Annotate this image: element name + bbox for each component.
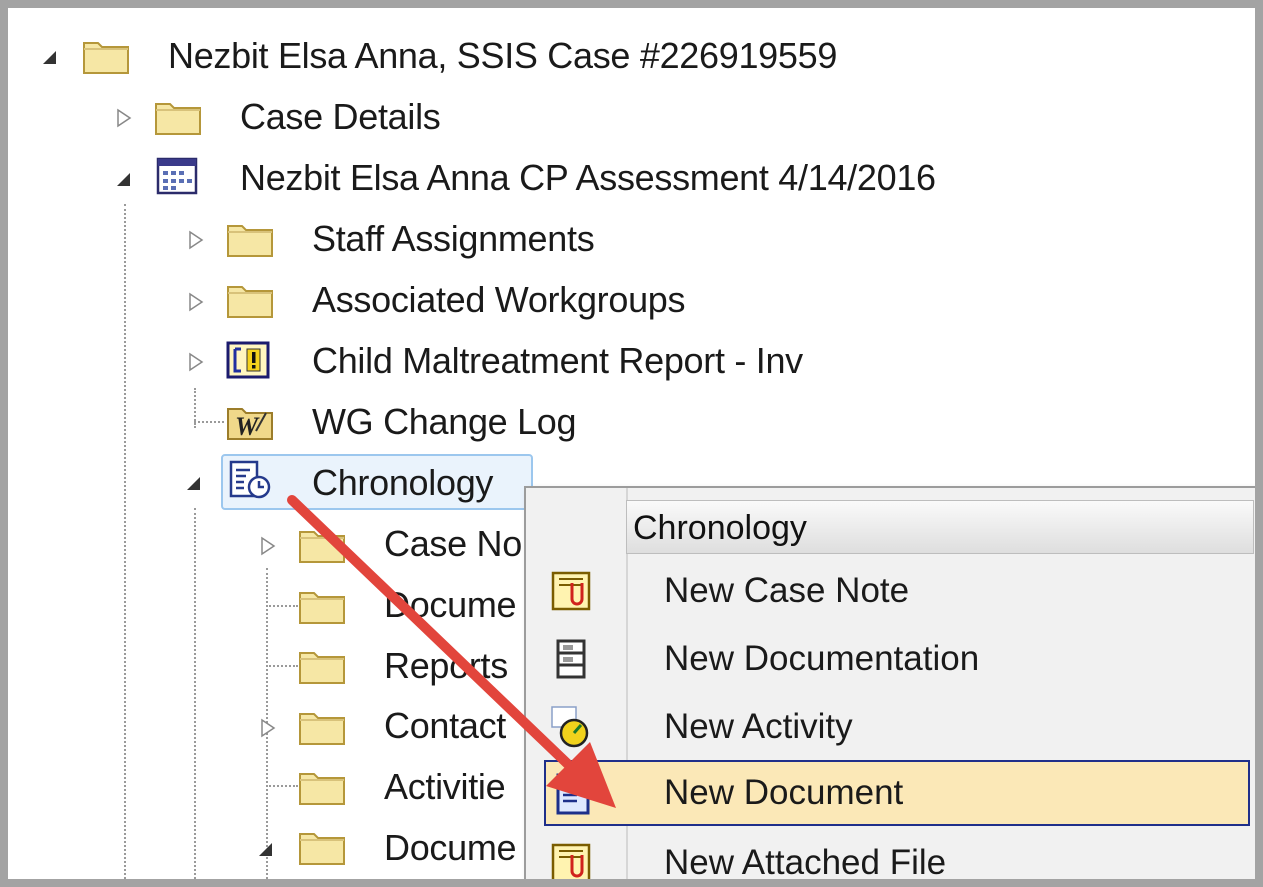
folder-icon [155, 103, 201, 135]
menu-item-label: New Documentation [664, 639, 980, 678]
maltreatment-report-icon [226, 341, 270, 379]
tree-node-label: Docume [384, 584, 517, 625]
expanded-triangle-icon[interactable] [184, 474, 204, 494]
documentation-icon [556, 639, 586, 679]
folder-icon [227, 286, 273, 318]
tree-node-label: Case No [384, 523, 522, 564]
folder-icon [299, 773, 345, 805]
document-icon [556, 773, 590, 815]
assessment-icon [156, 157, 198, 195]
collapsed-triangle-icon[interactable] [258, 536, 278, 556]
collapsed-triangle-icon[interactable] [186, 352, 206, 372]
menu-item-label: New Document [664, 773, 904, 812]
svg-text:W: W [235, 412, 260, 441]
menu-item-label: New Attached File [664, 843, 947, 882]
change-log-icon: W [227, 408, 273, 441]
folder-icon [83, 42, 129, 74]
tree-guide-line [194, 421, 224, 423]
expanded-triangle-icon[interactable] [114, 170, 134, 190]
menu-item-label: New Activity [664, 707, 853, 746]
tree-node-label: Docume [384, 827, 517, 868]
tree-node-label: Child Maltreatment Report - Inv [312, 340, 803, 381]
tree-node-label: Nezbit Elsa Anna, SSIS Case #226919559 [168, 35, 838, 76]
menu-item-new-document[interactable]: New Document [544, 760, 1250, 826]
case-note-icon [551, 571, 591, 611]
menu-item-new-case-note[interactable]: New Case Note [530, 560, 1255, 622]
attached-file-icon [551, 843, 591, 879]
tree-node-label: Case Details [240, 96, 441, 137]
tree-node-label: Reports [384, 645, 508, 686]
tree-node-label: Associated Workgroups [312, 279, 686, 320]
tree-node-label: WG Change Log [312, 401, 577, 442]
context-menu-title: Chronology [633, 509, 807, 547]
tree-node-label: Activitie [384, 766, 506, 807]
case-tree-window: Nezbit Elsa Anna, SSIS Case #226919559 C… [0, 0, 1263, 887]
folder-icon [299, 652, 345, 684]
menu-item-label: New Case Note [664, 571, 910, 610]
folder-icon [299, 833, 345, 865]
folder-icon [299, 713, 345, 745]
collapsed-triangle-icon[interactable] [186, 230, 206, 250]
tree-guide-line [266, 605, 298, 607]
tree-guide-line [194, 508, 196, 879]
menu-item-new-activity[interactable]: New Activity [530, 696, 1255, 758]
collapsed-triangle-icon[interactable] [258, 718, 278, 738]
tree-guide-line [266, 665, 298, 667]
collapsed-triangle-icon[interactable] [186, 292, 206, 312]
chronology-icon [229, 460, 271, 499]
tree-guide-line [266, 785, 298, 787]
folder-icon [227, 225, 273, 257]
tree-guide-line [124, 204, 126, 879]
context-menu: Chronology New Case Note New Documentati… [524, 486, 1255, 882]
expanded-triangle-icon[interactable] [40, 48, 60, 68]
expanded-triangle-icon[interactable] [256, 840, 276, 860]
activity-icon [551, 706, 589, 748]
tree-node-label: Chronology [312, 462, 494, 503]
tree-node-label: Nezbit Elsa Anna CP Assessment 4/14/2016 [240, 157, 936, 198]
folder-icon [299, 592, 345, 624]
folder-icon [299, 531, 345, 563]
menu-item-new-attached-file[interactable]: New Attached File [530, 832, 1255, 882]
tree-node-label: Contact [384, 705, 506, 746]
collapsed-triangle-icon[interactable] [114, 108, 134, 128]
menu-item-new-documentation[interactable]: New Documentation [530, 628, 1255, 690]
tree-node-label: Staff Assignments [312, 218, 595, 259]
context-menu-header: Chronology [626, 500, 1254, 554]
